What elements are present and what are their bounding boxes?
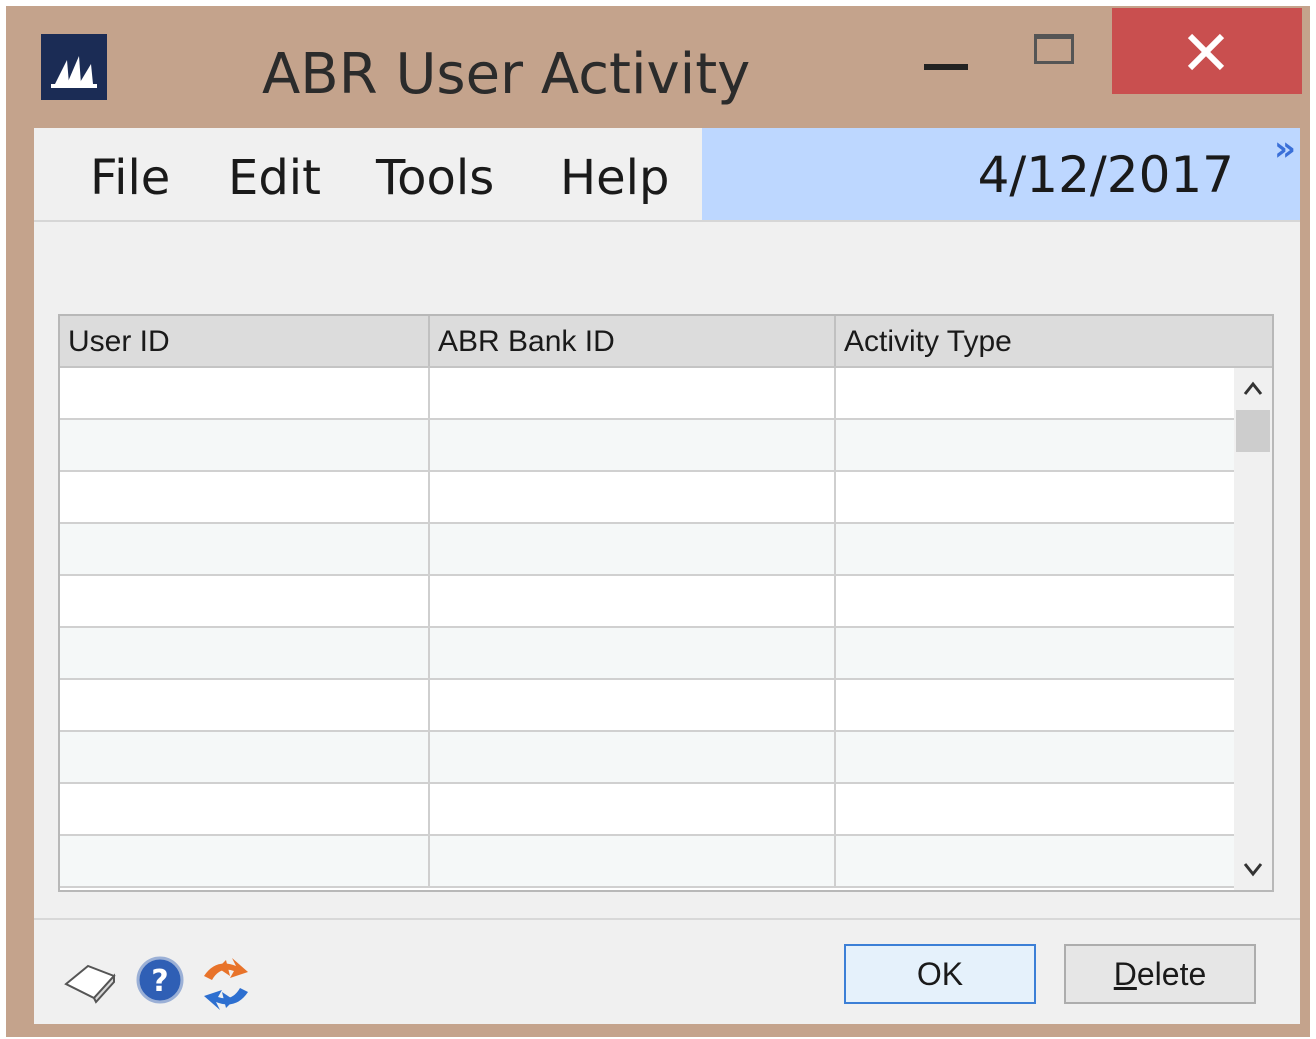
app-window: ABR User Activity File Edit Tools Help 4… [6, 6, 1310, 1037]
table-cell[interactable] [836, 420, 1234, 470]
table-cell[interactable] [836, 472, 1234, 522]
table-cell[interactable] [430, 628, 836, 678]
menu-help[interactable]: Help [560, 150, 669, 206]
menu-file[interactable]: File [90, 150, 170, 206]
table-cell[interactable] [430, 680, 836, 730]
table-cell[interactable] [60, 732, 430, 782]
table-cell[interactable] [430, 576, 836, 626]
table-cell[interactable] [836, 628, 1234, 678]
svg-text:?: ? [151, 964, 168, 999]
column-header-abr-bank-id[interactable]: ABR Bank ID [430, 316, 836, 366]
grid-body [60, 368, 1234, 890]
window-title: ABR User Activity [262, 42, 751, 107]
table-cell[interactable] [836, 732, 1234, 782]
scroll-thumb[interactable] [1236, 410, 1270, 452]
scroll-up-button[interactable] [1234, 368, 1272, 408]
table-cell[interactable] [60, 680, 430, 730]
delete-button-mnemonic: D [1113, 956, 1137, 992]
column-header-activity-type[interactable]: Activity Type [836, 316, 1272, 366]
app-logo-icon [41, 34, 107, 100]
table-row[interactable] [60, 732, 1234, 784]
table-cell[interactable] [836, 576, 1234, 626]
expand-icon[interactable]: » [1274, 132, 1296, 166]
user-date[interactable]: 4/12/2017 [978, 146, 1234, 204]
table-row[interactable] [60, 836, 1234, 888]
refresh-icon[interactable] [196, 954, 248, 1010]
table-row[interactable] [60, 368, 1234, 420]
table-row[interactable] [60, 472, 1234, 524]
user-date-area[interactable]: 4/12/2017 » [702, 128, 1300, 220]
table-row[interactable] [60, 576, 1234, 628]
close-button[interactable] [1112, 8, 1302, 94]
delete-button[interactable]: Delete [1064, 944, 1256, 1004]
table-cell[interactable] [60, 576, 430, 626]
table-cell[interactable] [60, 368, 430, 418]
column-header-user-id[interactable]: User ID [60, 316, 430, 366]
table-cell[interactable] [60, 836, 430, 886]
menu-edit[interactable]: Edit [228, 150, 321, 206]
grid-header: User ID ABR Bank ID Activity Type [60, 316, 1272, 368]
table-cell[interactable] [60, 628, 430, 678]
table-cell[interactable] [430, 420, 836, 470]
scroll-down-button[interactable] [1234, 850, 1272, 890]
table-row[interactable] [60, 680, 1234, 732]
activity-grid: User ID ABR Bank ID Activity Type [58, 314, 1274, 892]
menu-tools[interactable]: Tools [376, 150, 494, 206]
minimize-button[interactable] [912, 36, 974, 98]
table-row[interactable] [60, 784, 1234, 836]
table-row[interactable] [60, 628, 1234, 680]
table-cell[interactable] [60, 472, 430, 522]
minimize-icon [924, 64, 968, 70]
table-cell[interactable] [836, 784, 1234, 834]
client-area: File Edit Tools Help 4/12/2017 » User ID… [34, 128, 1300, 1024]
table-cell[interactable] [430, 524, 836, 574]
help-icon[interactable]: ? [134, 954, 186, 1006]
table-cell[interactable] [430, 472, 836, 522]
ok-button[interactable]: OK [844, 944, 1036, 1004]
menu-bar: File Edit Tools Help 4/12/2017 » [34, 128, 1300, 222]
chevron-up-icon [1243, 381, 1263, 395]
close-icon [1187, 33, 1225, 71]
table-cell[interactable] [60, 420, 430, 470]
table-cell[interactable] [60, 524, 430, 574]
vertical-scrollbar[interactable] [1234, 368, 1272, 890]
table-cell[interactable] [836, 368, 1234, 418]
table-cell[interactable] [836, 836, 1234, 886]
table-cell[interactable] [836, 524, 1234, 574]
table-cell[interactable] [430, 784, 836, 834]
note-icon[interactable] [62, 954, 116, 1006]
footer-divider [34, 918, 1300, 920]
delete-button-label: elete [1136, 956, 1207, 992]
table-cell[interactable] [430, 836, 836, 886]
table-row[interactable] [60, 524, 1234, 576]
table-cell[interactable] [836, 680, 1234, 730]
chevron-down-icon [1243, 863, 1263, 877]
table-row[interactable] [60, 420, 1234, 472]
maximize-button[interactable] [1024, 28, 1086, 76]
table-cell[interactable] [430, 368, 836, 418]
table-cell[interactable] [430, 732, 836, 782]
maximize-icon [1034, 34, 1074, 64]
table-cell[interactable] [60, 784, 430, 834]
